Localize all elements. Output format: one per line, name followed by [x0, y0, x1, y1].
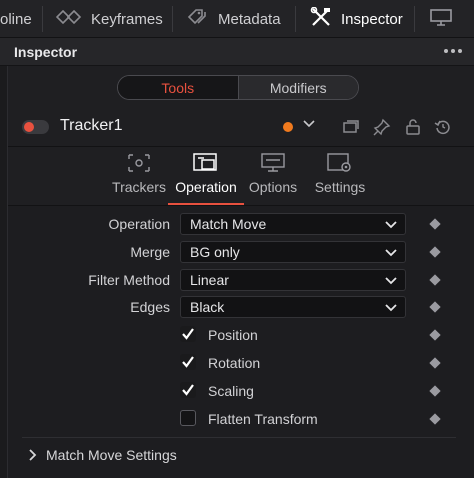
checkmark-icon [182, 356, 194, 368]
keyframes-icon [55, 9, 82, 28]
chevron-down-icon [385, 300, 397, 317]
flatten-transform-label: Flatten Transform [208, 411, 318, 427]
settings-gear-icon [302, 152, 378, 174]
filter-method-dropdown[interactable]: Linear [180, 269, 406, 291]
divider [8, 146, 474, 147]
mode-switch: Tools Modifiers [117, 75, 359, 100]
pin-icon[interactable] [373, 118, 391, 136]
chevron-down-icon [385, 273, 397, 290]
tab-divider [172, 6, 173, 32]
subtab-options[interactable]: Options [235, 152, 311, 202]
checkmark-icon [182, 328, 194, 340]
tab-keyframes-label: Keyframes [91, 10, 163, 28]
subtab-operation[interactable]: Operation [168, 152, 244, 205]
flatten-transform-checkbox[interactable] [180, 410, 196, 426]
edges-dropdown[interactable]: Black [180, 296, 406, 318]
rotation-checkbox[interactable] [180, 354, 196, 370]
divider [22, 437, 456, 438]
chevron-down-icon[interactable] [302, 116, 316, 133]
edges-value: Black [190, 299, 225, 315]
viewer-monitor-icon [430, 8, 452, 30]
subtab-trackers-label: Trackers [112, 179, 166, 195]
trackers-icon [101, 152, 177, 174]
options-monitor-icon [235, 152, 311, 174]
inspector-tools-icon [310, 6, 332, 31]
chevron-down-icon [385, 217, 397, 234]
tab-divider [42, 6, 43, 32]
top-tab-bar: oline Keyframes Metadata Inspector [0, 0, 474, 38]
node-enable-toggle[interactable] [22, 120, 49, 134]
tab-keyframes[interactable]: Keyframes [55, 0, 163, 38]
chevron-right-icon [28, 448, 38, 465]
subtab-options-label: Options [248, 179, 298, 195]
tab-timeline[interactable]: oline [0, 0, 32, 38]
operation-icon [168, 152, 244, 174]
subtab-operation-label: Operation [175, 179, 237, 195]
tab-viewer[interactable] [430, 0, 452, 38]
metadata-tags-icon [187, 8, 209, 30]
subtab-trackers[interactable]: Trackers [101, 152, 177, 202]
panel-title: Inspector [14, 44, 78, 60]
subtab-settings-label: Settings [314, 179, 366, 195]
checkmark-icon [182, 384, 194, 396]
rotation-label: Rotation [208, 355, 261, 371]
position-checkbox[interactable] [180, 326, 196, 342]
node-color-swatch[interactable] [283, 122, 293, 132]
tools-tab[interactable]: Tools [118, 76, 239, 99]
edges-label: Edges [130, 299, 170, 315]
scaling-checkbox[interactable] [180, 382, 196, 398]
merge-value: BG only [190, 244, 240, 260]
merge-label: Merge [130, 244, 170, 260]
modifiers-tab[interactable]: Modifiers [238, 76, 358, 99]
lock-icon[interactable] [404, 118, 422, 136]
match-move-settings-section[interactable]: Match Move Settings [22, 443, 456, 469]
scaling-label: Scaling [208, 383, 254, 399]
filter-method-label: Filter Method [88, 272, 170, 288]
tab-inspector-label: Inspector [341, 10, 403, 28]
tab-inspector[interactable]: Inspector [310, 0, 403, 38]
subtab-settings[interactable]: Settings [302, 152, 378, 202]
more-dots-icon[interactable] [444, 49, 462, 53]
position-label: Position [208, 327, 258, 343]
tab-metadata[interactable]: Metadata [187, 0, 281, 38]
reset-icon[interactable] [434, 118, 452, 136]
section-title: Match Move Settings [46, 447, 177, 463]
versions-icon[interactable] [342, 118, 360, 136]
operation-label: Operation [108, 216, 170, 232]
chevron-down-icon [385, 245, 397, 262]
left-panel-edge [0, 66, 8, 478]
operation-dropdown[interactable]: Match Move [180, 213, 406, 235]
operation-value: Match Move [190, 216, 267, 232]
tab-metadata-label: Metadata [218, 10, 281, 28]
node-name: Tracker1 [60, 117, 123, 134]
inspector-header: Inspector [0, 38, 474, 66]
filter-method-value: Linear [190, 272, 229, 288]
tab-timeline-label: oline [0, 10, 32, 28]
tab-divider [295, 6, 296, 32]
tab-divider [414, 6, 415, 32]
merge-dropdown[interactable]: BG only [180, 241, 406, 263]
